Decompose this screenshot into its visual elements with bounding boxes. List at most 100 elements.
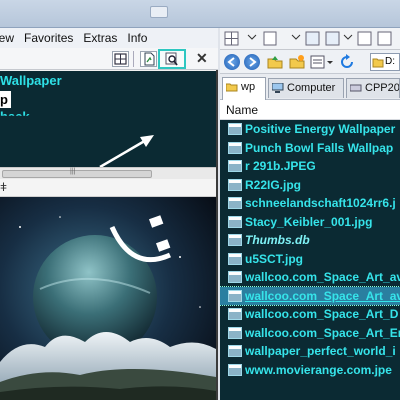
menu-extras[interactable]: Extras: [83, 31, 117, 45]
tab-label: wp: [241, 81, 256, 93]
file-name: Thumbs.db: [245, 233, 310, 247]
image-file-icon: [228, 178, 242, 191]
refresh-icon[interactable]: [338, 53, 356, 71]
grid-icon: [114, 53, 127, 65]
file-name: wallpaper_perfect_world_i: [245, 344, 396, 358]
up-folder-icon[interactable]: [266, 53, 284, 71]
toolbar-separator: [133, 51, 134, 67]
image-file-icon: [228, 215, 242, 228]
image-file-icon: [228, 123, 242, 135]
file-list-item[interactable]: Thumbs.db: [220, 231, 400, 250]
magnifier-icon: [165, 52, 178, 66]
pin-icon[interactable]: ǂ: [0, 180, 7, 194]
tab-strip: wp Computer CPP20: [220, 74, 400, 100]
tab-computer[interactable]: Computer: [268, 78, 344, 98]
page-button[interactable]: [140, 51, 157, 67]
right-toolbar: [220, 28, 400, 50]
image-file-icon: [228, 160, 242, 172]
tab-label: Computer: [287, 82, 336, 94]
image-file-icon: [228, 326, 242, 339]
back-button[interactable]: [224, 54, 240, 70]
file-name: www.movierange.com.jpe: [245, 362, 392, 377]
database-file-icon: [228, 234, 242, 246]
back-arrow-icon: [227, 57, 235, 67]
file-list: Positive Energy Wallpaper Punch Bowl Fall…: [220, 120, 400, 400]
file-name: Punch Bowl Falls Wallpap: [245, 140, 394, 155]
list-item[interactable]: Wallpaper: [0, 73, 62, 88]
right-pane: D: wp Computer CPP20 Name Positive Energ…: [220, 28, 400, 400]
file-list-item[interactable]: wallpaper_perfect_world_i: [220, 342, 400, 361]
close-icon[interactable]: ✕: [196, 50, 208, 67]
annotation-arrow-icon: [99, 135, 154, 169]
file-list-item[interactable]: wallcoo.com_Space_Art_Er: [220, 324, 400, 343]
file-name: wallcoo.com_Space_Art_av: [245, 270, 400, 284]
preview-zoom-button[interactable]: [158, 49, 186, 69]
tab-wp[interactable]: wp: [222, 77, 266, 100]
toolbar-icons: [224, 31, 392, 46]
menu-bar: iew Favorites Extras Info: [0, 28, 218, 48]
image-file-icon: [228, 289, 242, 302]
file-name: R22IG.jpg: [245, 177, 302, 192]
file-name: Stacy_Keibler_001.jpg: [245, 214, 373, 229]
screenshot-root: iew Favorites Extras Info: [0, 0, 400, 400]
image-preview: [0, 197, 216, 400]
file-list-item[interactable]: R22IG.jpg: [220, 176, 400, 195]
left-pane: ✕ Wallpaper p hack ||| ǂ: [0, 48, 218, 400]
window-icon: [150, 6, 168, 18]
image-file-icon: [228, 271, 242, 283]
image-file-icon: [228, 308, 242, 320]
left-toolbar: ✕: [0, 48, 218, 70]
document-icon: [144, 52, 155, 66]
file-name: r 291b.JPEG: [245, 159, 316, 173]
file-list-item[interactable]: schneelandschaft1024rr6.j: [220, 194, 400, 213]
title-strip: [0, 0, 400, 28]
drive-icon: [350, 84, 362, 92]
view-mode-icon[interactable]: [310, 53, 336, 71]
file-name: schneelandschaft1024rr6.j: [245, 196, 396, 210]
list-item[interactable]: hack: [0, 109, 30, 116]
file-list-item[interactable]: u5SCT.jpg: [220, 250, 400, 269]
horizontal-scrollbar[interactable]: |||: [0, 167, 216, 179]
menu-info[interactable]: Info: [127, 31, 147, 45]
left-list: Wallpaper p hack: [0, 71, 216, 169]
folder-icon: [226, 83, 238, 92]
file-list-item[interactable]: wallcoo.com_Space_Art_D: [220, 305, 400, 324]
layout-toggle-button[interactable]: [112, 51, 129, 67]
list-item-selected[interactable]: p: [0, 91, 11, 108]
address-text: D:: [385, 56, 395, 67]
menu-view[interactable]: iew: [0, 31, 14, 45]
new-folder-icon[interactable]: [288, 53, 306, 71]
file-list-item[interactable]: r 291b.JPEG: [220, 157, 400, 176]
file-name: wallcoo.com_Space_Art_D: [245, 307, 399, 321]
file-name: Positive Energy Wallpaper: [245, 122, 396, 136]
file-list-item[interactable]: wallcoo.com_Space_Art_av: [220, 268, 400, 287]
column-header-name[interactable]: Name: [220, 100, 400, 120]
image-file-icon: [228, 252, 242, 265]
space-wallpaper-image: [0, 197, 216, 400]
menu-favorites[interactable]: Favorites: [24, 31, 73, 45]
tab-label: CPP20: [365, 82, 400, 94]
file-name: wallcoo.com_Space_Art_Er: [245, 325, 400, 340]
forward-arrow-icon: [249, 57, 257, 67]
column-header-label: Name: [226, 103, 259, 117]
computer-icon: [272, 83, 284, 93]
file-list-item[interactable]: Punch Bowl Falls Wallpap: [220, 139, 400, 158]
navigation-bar: D:: [220, 50, 400, 74]
image-file-icon: [228, 363, 242, 376]
scrollbar-thumb[interactable]: [2, 170, 152, 178]
file-list-item[interactable]: Positive Energy Wallpaper: [220, 120, 400, 139]
file-list-item[interactable]: wallcoo.com_Space_Art_av: [220, 285, 400, 306]
forward-button[interactable]: [244, 54, 260, 70]
address-field[interactable]: D:: [370, 53, 400, 71]
folder-icon: [372, 58, 384, 68]
image-file-icon: [228, 345, 242, 357]
tab-cpp20[interactable]: CPP20: [346, 78, 400, 98]
file-name: wallcoo.com_Space_Art_av: [245, 288, 400, 303]
image-file-icon: [228, 197, 242, 209]
preview-header: ǂ: [0, 179, 216, 197]
file-name: u5SCT.jpg: [245, 251, 304, 266]
file-list-item[interactable]: Stacy_Keibler_001.jpg: [220, 213, 400, 232]
image-file-icon: [228, 141, 242, 154]
file-list-item[interactable]: www.movierange.com.jpe: [220, 361, 400, 380]
scrollbar-grip-icon: |||: [70, 168, 76, 175]
